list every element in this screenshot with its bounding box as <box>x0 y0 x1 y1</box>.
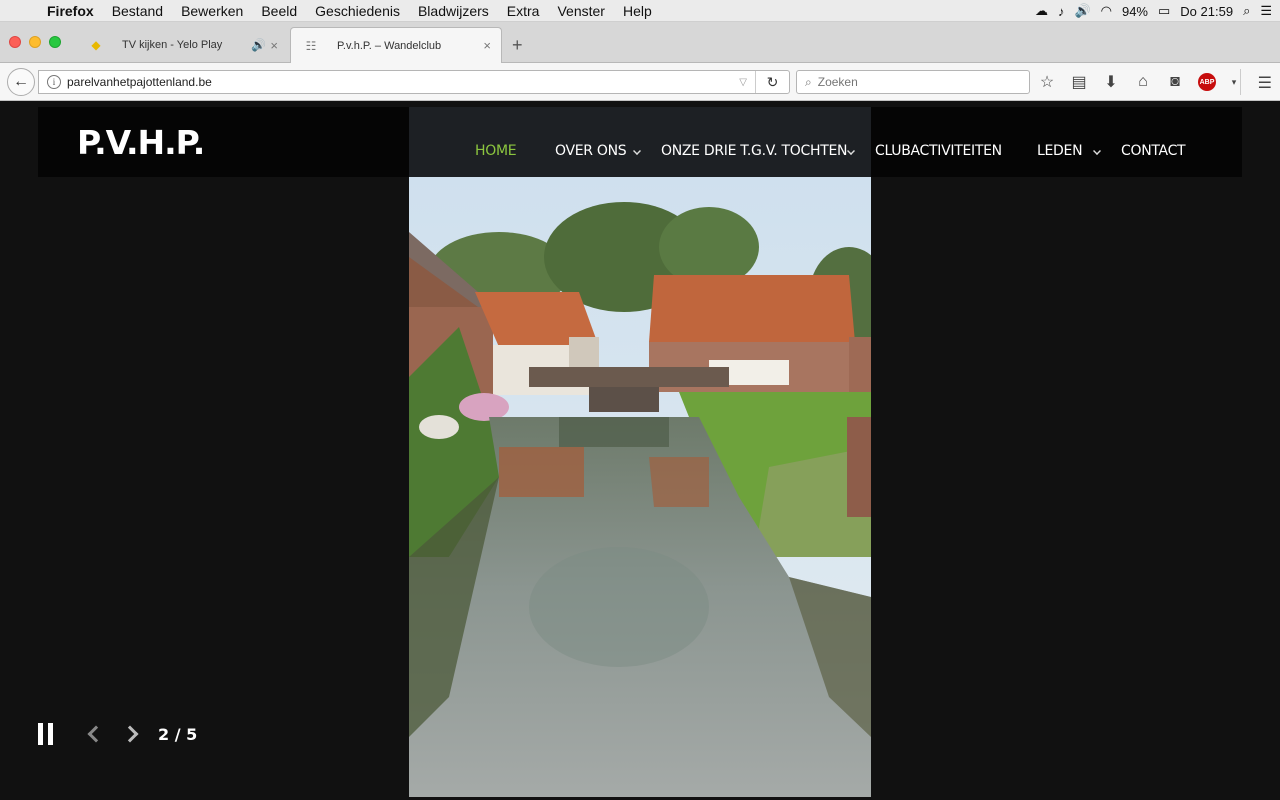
slideshow-controls: 2 / 5 <box>38 723 197 745</box>
close-tab-icon[interactable]: × <box>270 38 278 53</box>
previous-slide-icon[interactable] <box>87 725 105 743</box>
nav-leden[interactable]: LEDEN <box>1037 143 1083 159</box>
pocket-icon[interactable]: ◙ <box>1166 73 1184 91</box>
menu-venster[interactable]: Venster <box>548 3 613 19</box>
battery-icon[interactable]: ▭ <box>1158 3 1170 19</box>
back-button[interactable]: ← <box>7 68 35 96</box>
site-logo[interactable]: P.V.H.P. <box>77 123 205 162</box>
pvhp-favicon-icon: ☷ <box>305 38 317 53</box>
tab-yelo-play[interactable]: ◆ TV kijken - Yelo Play 🔊 × <box>88 27 288 63</box>
tab-pvhp-wandelclub[interactable]: ☷ P.v.h.P. – Wandelclub × <box>290 27 502 63</box>
tab-title: TV kijken - Yelo Play <box>122 39 223 51</box>
url-text[interactable]: parelvanhetpajottenland.be <box>67 75 212 89</box>
nav-clubactiviteiten[interactable]: CLUBACTIVITEITEN <box>875 143 1002 159</box>
menu-bestand[interactable]: Bestand <box>103 3 172 19</box>
menu-firefox[interactable]: Firefox <box>38 3 103 19</box>
minimize-window-button[interactable] <box>29 36 41 48</box>
menu-geschiedenis[interactable]: Geschiedenis <box>306 3 409 19</box>
reload-icon[interactable]: ↻ <box>755 71 789 93</box>
wifi-icon[interactable]: ◠ <box>1101 3 1112 19</box>
nav-over-ons[interactable]: OVER ONS <box>555 143 627 159</box>
fullscreen-window-button[interactable] <box>49 36 61 48</box>
web-page: P.V.H.P. HOME OVER ONS ONZE DRIE T.G.V. … <box>0 101 1280 800</box>
close-window-button[interactable] <box>9 36 21 48</box>
menu-bewerken[interactable]: Bewerken <box>172 3 252 19</box>
slide-counter: 2 / 5 <box>158 724 198 744</box>
notification-center-icon[interactable]: ☰ <box>1260 3 1272 19</box>
spotlight-search-icon[interactable]: ⌕ <box>1243 3 1250 19</box>
pause-icon[interactable] <box>38 723 56 745</box>
back-arrow-icon: ← <box>13 73 29 90</box>
chevron-down-icon[interactable] <box>1093 147 1101 155</box>
adblock-plus-icon[interactable]: ABP <box>1198 73 1216 91</box>
next-slide-icon[interactable] <box>121 725 139 743</box>
nav-home[interactable]: HOME <box>475 143 517 159</box>
history-dropdown-icon[interactable]: ▽ <box>739 77 747 88</box>
battery-percentage[interactable]: 94% <box>1122 4 1148 19</box>
toolbar-separator <box>1240 69 1241 95</box>
site-header: P.V.H.P. HOME OVER ONS ONZE DRIE T.G.V. … <box>38 107 1242 177</box>
macos-menu-bar: Firefox Bestand Bewerken Beeld Geschiede… <box>0 0 1280 22</box>
app-status-icon[interactable]: ♪ <box>1058 4 1065 19</box>
creative-cloud-icon[interactable]: ☁ <box>1035 3 1048 19</box>
menu-bladwijzers[interactable]: Bladwijzers <box>409 3 498 19</box>
home-icon[interactable]: ⌂ <box>1134 73 1152 91</box>
menu-help[interactable]: Help <box>614 3 661 19</box>
header-overlay-panel <box>409 107 871 177</box>
search-box[interactable]: ⌕ <box>796 70 1030 94</box>
menu-extra[interactable]: Extra <box>498 3 549 19</box>
site-info-icon[interactable]: i <box>47 75 61 89</box>
tab-strip: ◆ TV kijken - Yelo Play 🔊 × ☷ P.v.h.P. –… <box>0 22 1280 63</box>
search-icon: ⌕ <box>805 74 812 89</box>
search-input[interactable] <box>817 75 1008 89</box>
yelo-favicon-icon: ◆ <box>91 38 101 52</box>
address-bar[interactable]: i parelvanhetpajottenland.be ▽ ↻ <box>38 70 790 94</box>
download-icon[interactable]: ⬇ <box>1102 72 1120 92</box>
hamburger-menu-icon[interactable]: ☰ <box>1258 73 1272 93</box>
reading-list-icon[interactable]: ▤ <box>1070 72 1088 92</box>
nav-onze-drie-tochten[interactable]: ONZE DRIE T.G.V. TOCHTEN <box>661 143 847 159</box>
volume-icon[interactable]: 🔊 <box>1074 3 1090 19</box>
bookmark-star-icon[interactable]: ☆ <box>1038 72 1056 92</box>
adblock-dropdown-icon[interactable]: ▾ <box>1230 77 1238 88</box>
close-tab-icon[interactable]: × <box>483 38 491 53</box>
clock[interactable]: Do 21:59 <box>1180 4 1233 19</box>
menu-beeld[interactable]: Beeld <box>252 3 306 19</box>
status-area: ☁ ♪ 🔊 ◠ 94% ▭ Do 21:59 ⌕ ☰ <box>1035 0 1272 22</box>
new-tab-icon[interactable]: + <box>512 35 523 56</box>
slideshow-image <box>409 177 871 797</box>
navigation-toolbar: ← i parelvanhetpajottenland.be ▽ ↻ ⌕ ☆ ▤… <box>0 63 1280 101</box>
village-canal-photo <box>409 177 871 797</box>
nav-contact[interactable]: CONTACT <box>1121 143 1186 159</box>
window-controls <box>9 36 61 48</box>
toolbar-icons: ☆ ▤ ⬇ ⌂ ◙ ABP ▾ <box>1038 72 1238 92</box>
tab-audio-icon[interactable]: 🔊 <box>251 38 266 52</box>
tab-title: P.v.h.P. – Wandelclub <box>337 39 442 52</box>
